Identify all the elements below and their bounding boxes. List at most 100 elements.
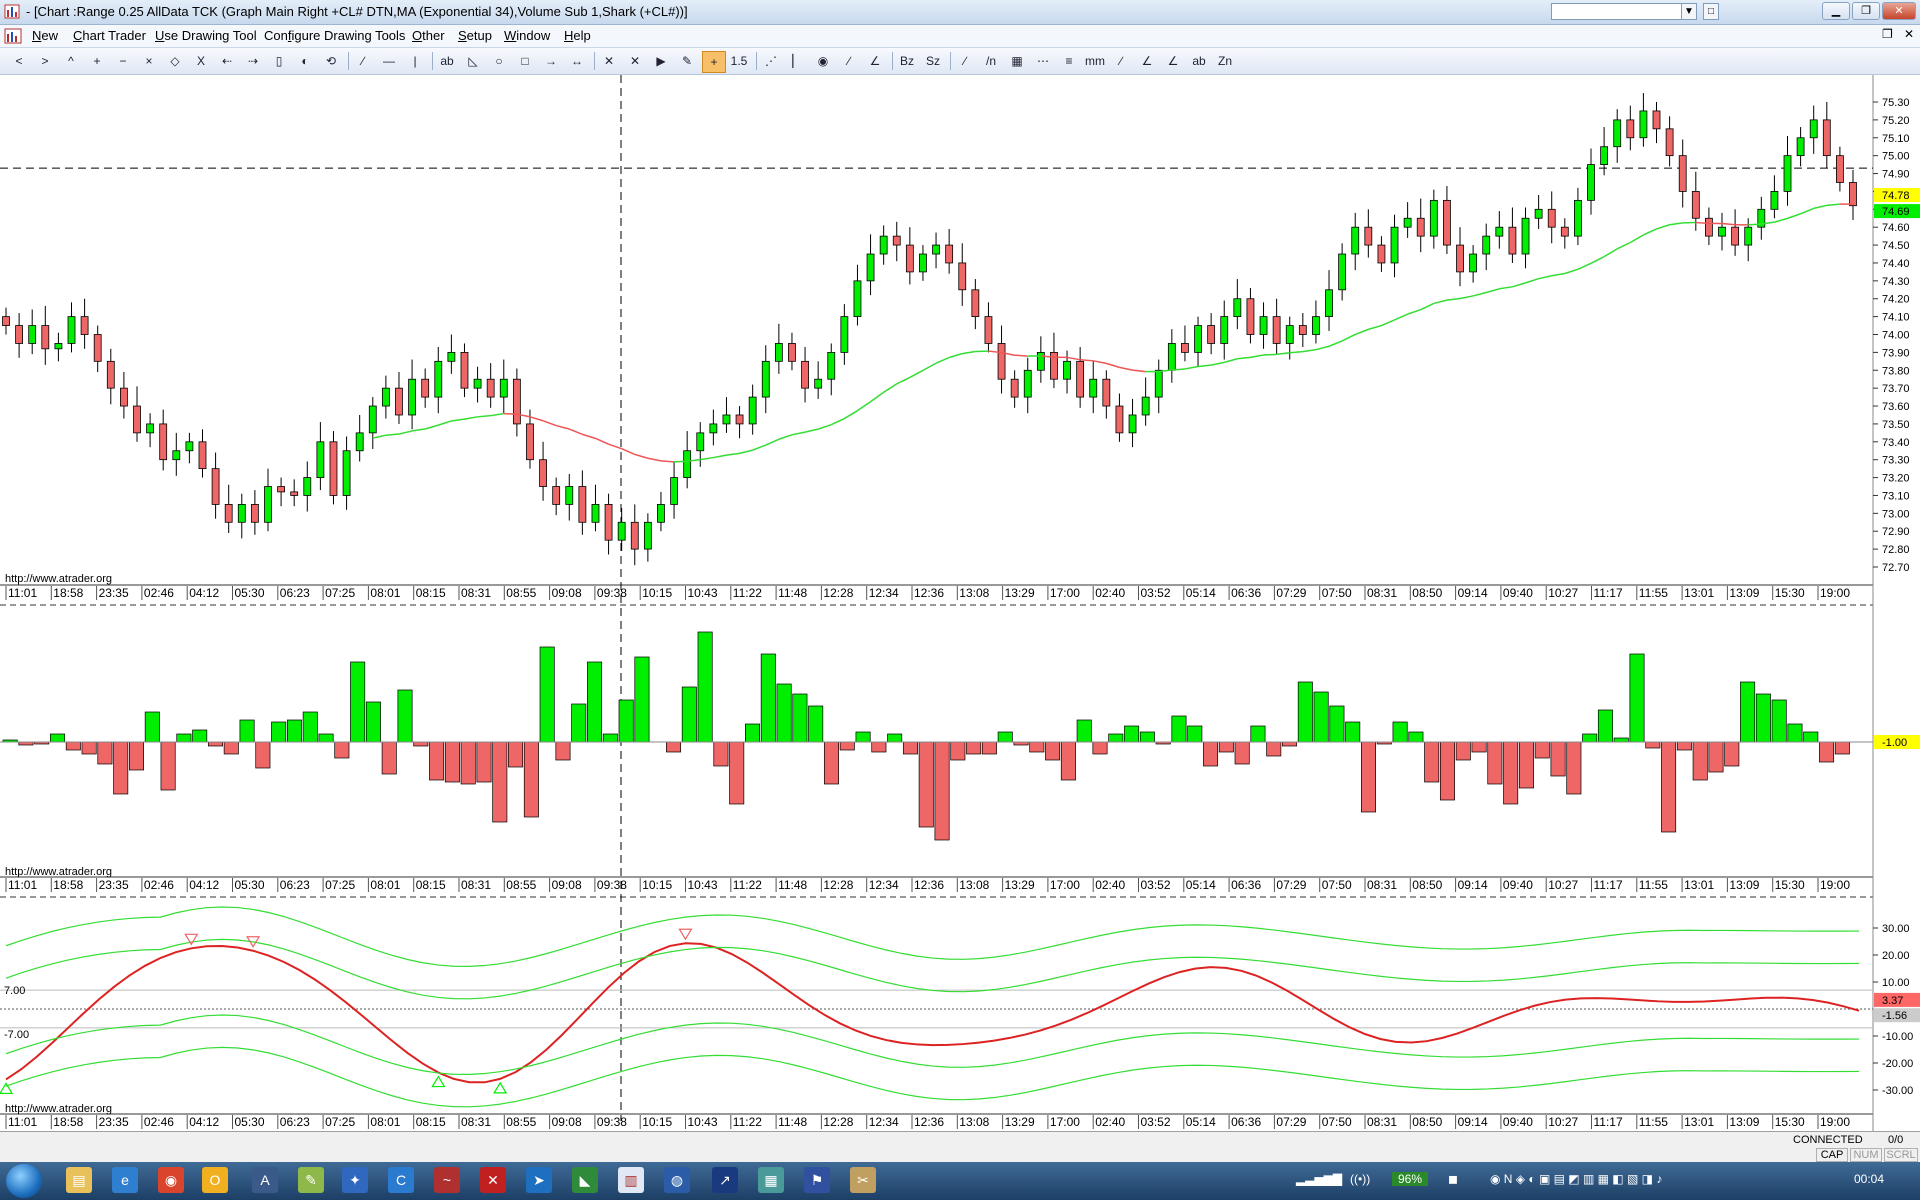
tray-icons[interactable]: ◉ N ◈ ◐ ▣ ▤ ◩ ▥ ▦ ◧ ▧ ◨ ♪ [1490, 1172, 1662, 1186]
menu-other[interactable]: Other [412, 28, 445, 43]
app-flag2-icon[interactable]: ⚑ [804, 1167, 830, 1193]
toolbar-tool-icon[interactable]: ◉ [812, 51, 834, 71]
app-o-icon[interactable]: O [202, 1167, 228, 1193]
app-c-icon[interactable]: C [388, 1167, 414, 1193]
toolbar-tool-icon[interactable]: ▦ [1006, 51, 1028, 71]
toolbar-tool-icon[interactable]: + [702, 51, 726, 73]
price-axis-label: 73.10 [1882, 490, 1910, 502]
toolbar-tool-icon[interactable]: − [112, 51, 134, 71]
toolbar-tool-icon[interactable]: ✕ [624, 51, 646, 71]
toolbar-tool-icon[interactable]: 1.5 [728, 51, 750, 71]
toolbar-tool-icon[interactable]: > [34, 51, 56, 71]
toolbar-tool-icon[interactable]: < [8, 51, 30, 71]
ma-line-segment [1669, 222, 1683, 226]
wireless-icon[interactable]: ((•)) [1350, 1172, 1370, 1186]
time-label: 07:50 [1322, 878, 1352, 892]
clock[interactable]: 00:04 [1854, 1172, 1884, 1186]
mdi-restore-icon[interactable]: ❐ [1882, 27, 1893, 41]
candle-up [499, 378, 508, 398]
maximize-button[interactable]: ❐ [1852, 2, 1880, 20]
minimize-button[interactable]: ▁ [1822, 2, 1850, 20]
toolbar-tool-icon[interactable]: ab [436, 51, 458, 71]
toolbar-tool-icon[interactable]: + [86, 51, 108, 71]
toolbar-tool-icon[interactable]: mm [1084, 51, 1106, 71]
toolbar-tool-icon[interactable]: ∕ [954, 51, 976, 71]
menu-new[interactable]: New [32, 28, 58, 43]
toolbar-tool-icon[interactable]: Bz [896, 51, 918, 71]
app-chart-taskbar-icon[interactable]: ▥ [618, 1167, 644, 1193]
chrome-icon[interactable]: ◉ [158, 1167, 184, 1193]
candle-up [28, 325, 37, 344]
ie-icon[interactable]: e [112, 1167, 138, 1193]
chart-canvas[interactable]: 11:01 18:58 23:35 02:46 04:12 05:30 06:23 07:25… [0, 75, 1920, 1135]
toolbar-tool-icon[interactable]: X [190, 51, 212, 71]
toolbar-tool-icon[interactable]: ab [1188, 51, 1210, 71]
quick-search-input[interactable] [1551, 3, 1695, 20]
toolbar-tool-icon[interactable]: ∕ [1110, 51, 1132, 71]
app-disk-icon[interactable]: ◍ [664, 1167, 690, 1193]
ma-line-segment [843, 410, 858, 420]
toolbar-tool-icon[interactable]: ∠ [1162, 51, 1184, 71]
time-label: 10:15 [642, 878, 672, 892]
app-tool-icon[interactable]: ✂ [850, 1167, 876, 1193]
toolbar-tool-icon[interactable]: ▏ [786, 51, 808, 71]
start-button[interactable] [6, 1164, 42, 1198]
candle-down [1416, 217, 1425, 237]
menu-chart-trader[interactable]: Chart Trader [73, 28, 146, 43]
app-bird-icon[interactable]: ✦ [342, 1167, 368, 1193]
toolbar-tool-icon[interactable]: ✕ [598, 51, 620, 71]
toolbar-tool-icon[interactable]: ▶ [650, 51, 672, 71]
toolbar-tool-icon[interactable]: ⋰ [760, 51, 782, 71]
toolbar-tool-icon[interactable]: ⇠ [216, 51, 238, 71]
app-notes-icon[interactable]: ✎ [298, 1167, 324, 1193]
toolbar-tool-icon[interactable]: ◐ [294, 51, 316, 71]
toolbar-tool-icon[interactable]: ⇢ [242, 51, 264, 71]
menu-setup[interactable]: Setup [458, 28, 492, 43]
toolbar-tool-icon[interactable]: ∠ [1136, 51, 1158, 71]
close-button[interactable]: ✕ [1882, 2, 1916, 20]
toolbar-tool-icon[interactable]: → [540, 51, 562, 71]
toolbar-tool-icon[interactable]: ≡ [1058, 51, 1080, 71]
tray-percent[interactable]: 96% [1392, 1172, 1429, 1186]
toolbar-tool-icon[interactable]: × [138, 51, 160, 71]
toolbar-tool-icon[interactable]: □ [514, 51, 536, 71]
mdi-close-icon[interactable]: ✕ [1904, 27, 1914, 41]
toolbar-tool-icon[interactable]: ∕ [352, 51, 374, 71]
app-trend-icon[interactable]: ↗ [712, 1167, 738, 1193]
restore-small-icon[interactable]: □ [1703, 3, 1719, 20]
app-a-icon[interactable]: A [252, 1167, 278, 1193]
toolbar-tool-icon[interactable]: ∕ [838, 51, 860, 71]
toolbar-tool-icon[interactable]: ↔ [566, 51, 588, 71]
toolbar-tool-icon[interactable]: ⋯ [1032, 51, 1054, 71]
app-arrow-icon[interactable]: ➤ [526, 1167, 552, 1193]
toolbar-tool-icon[interactable]: /n [980, 51, 1002, 71]
toolbar-tool-icon[interactable]: ^ [60, 51, 82, 71]
explorer-icon[interactable]: ▤ [66, 1167, 92, 1193]
chart-area[interactable]: 11:01 18:58 23:35 02:46 04:12 05:30 06:23 07:25… [0, 75, 1920, 1135]
app-pdf-icon[interactable]: ✕ [480, 1167, 506, 1193]
app-wave-icon[interactable]: ~ [434, 1167, 460, 1193]
app-flag-icon[interactable]: ◣ [572, 1167, 598, 1193]
tray-app-icon[interactable]: ◼ [1448, 1172, 1458, 1186]
toolbar-tool-icon[interactable]: Zn [1214, 51, 1236, 71]
menu-use-drawing-tool[interactable]: Use Drawing Tool [155, 28, 257, 43]
ma-line-segment [1459, 295, 1474, 300]
toolbar-tool-icon[interactable]: | [404, 51, 426, 71]
candle-down [106, 360, 115, 389]
toolbar-tool-icon[interactable]: — [378, 51, 400, 71]
toolbar-tool-icon[interactable]: ◺ [462, 51, 484, 71]
app-grid-icon[interactable]: ▦ [758, 1167, 784, 1193]
toolbar-tool-icon[interactable]: ∠ [864, 51, 886, 71]
toolbar-tool-icon[interactable]: ⟲ [320, 51, 342, 71]
dropdown-arrow-icon[interactable]: ▼ [1681, 3, 1697, 20]
toolbar-tool-icon[interactable]: ◇ [164, 51, 186, 71]
toolbar-tool-icon[interactable]: Sz [922, 51, 944, 71]
toolbar-tool-icon[interactable]: ✎ [676, 51, 698, 71]
menu-help[interactable]: Help [564, 28, 591, 43]
ma-line-segment [451, 418, 465, 422]
menu-configure-drawing-tools[interactable]: Configure Drawing Tools [264, 28, 405, 43]
menu-window[interactable]: Window [504, 28, 550, 43]
signal-bars-icon[interactable]: ▂▃▅▆▇ [1296, 1172, 1342, 1186]
toolbar-tool-icon[interactable]: ▯ [268, 51, 290, 71]
toolbar-tool-icon[interactable]: ○ [488, 51, 510, 71]
